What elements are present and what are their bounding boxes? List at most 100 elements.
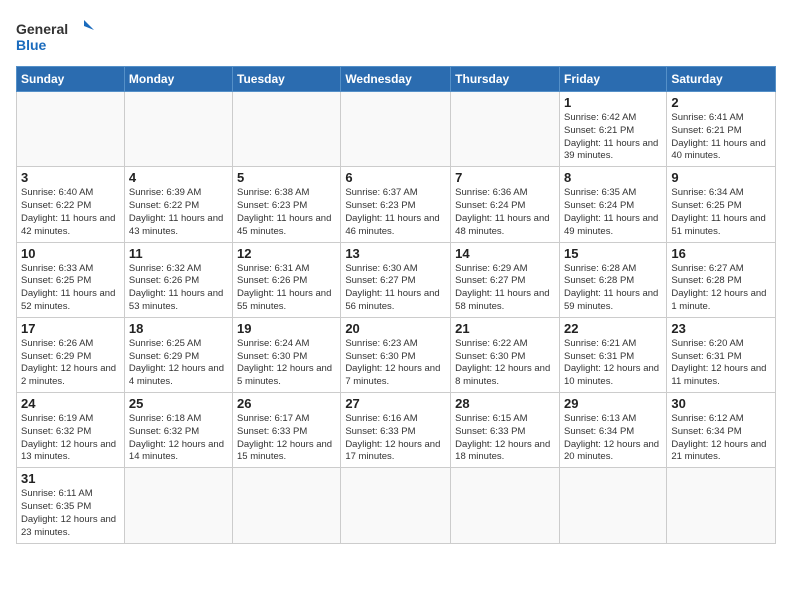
calendar-week-row: 24 Sunrise: 6:19 AM Sunset: 6:32 PM Dayli… <box>17 393 776 468</box>
day-number: 26 <box>237 396 336 411</box>
day-info: Sunrise: 6:25 AM Sunset: 6:29 PM Dayligh… <box>129 338 228 389</box>
day-number: 21 <box>455 321 555 336</box>
day-info: Sunrise: 6:19 AM Sunset: 6:32 PM Dayligh… <box>21 413 120 464</box>
calendar-cell: 7Sunrise: 6:36 AM Sunset: 6:24 PM Daylig… <box>451 167 560 242</box>
day-number: 18 <box>129 321 228 336</box>
calendar-cell <box>341 468 451 543</box>
calendar-week-row: 31 Sunrise: 6:11 AM Sunset: 6:35 PM Dayli… <box>17 468 776 543</box>
calendar-cell: 4 Sunrise: 6:39 AM Sunset: 6:22 PM Daylig… <box>124 167 232 242</box>
day-info: Sunrise: 6:23 AM Sunset: 6:30 PM Dayligh… <box>345 338 446 389</box>
calendar-cell: 10Sunrise: 6:33 AM Sunset: 6:25 PM Dayli… <box>17 242 125 317</box>
calendar-cell: 27Sunrise: 6:16 AM Sunset: 6:33 PM Dayli… <box>341 393 451 468</box>
day-number: 30 <box>671 396 771 411</box>
calendar-cell <box>17 92 125 167</box>
calendar-cell <box>233 468 341 543</box>
day-info: Sunrise: 6:27 AM Sunset: 6:28 PM Dayligh… <box>671 263 771 314</box>
day-info: Sunrise: 6:18 AM Sunset: 6:32 PM Dayligh… <box>129 413 228 464</box>
col-header-thursday: Thursday <box>451 67 560 92</box>
day-info: Sunrise: 6:33 AM Sunset: 6:25 PM Dayligh… <box>21 263 120 314</box>
calendar-header-row: SundayMondayTuesdayWednesdayThursdayFrid… <box>17 67 776 92</box>
calendar-cell: 1Sunrise: 6:42 AM Sunset: 6:21 PM Daylig… <box>559 92 666 167</box>
day-info: Sunrise: 6:28 AM Sunset: 6:28 PM Dayligh… <box>564 263 662 314</box>
col-header-sunday: Sunday <box>17 67 125 92</box>
day-info: Sunrise: 6:20 AM Sunset: 6:31 PM Dayligh… <box>671 338 771 389</box>
day-info: Sunrise: 6:11 AM Sunset: 6:35 PM Dayligh… <box>21 488 120 539</box>
day-number: 31 <box>21 471 120 486</box>
calendar-week-row: 3 Sunrise: 6:40 AM Sunset: 6:22 PM Daylig… <box>17 167 776 242</box>
day-number: 24 <box>21 396 120 411</box>
day-number: 19 <box>237 321 336 336</box>
calendar-cell: 3 Sunrise: 6:40 AM Sunset: 6:22 PM Daylig… <box>17 167 125 242</box>
day-number: 25 <box>129 396 228 411</box>
calendar-cell: 8Sunrise: 6:35 AM Sunset: 6:24 PM Daylig… <box>559 167 666 242</box>
col-header-saturday: Saturday <box>667 67 776 92</box>
col-header-friday: Friday <box>559 67 666 92</box>
day-number: 27 <box>345 396 446 411</box>
day-number: 9 <box>671 170 771 185</box>
calendar-cell: 20Sunrise: 6:23 AM Sunset: 6:30 PM Dayli… <box>341 317 451 392</box>
logo: General Blue <box>16 16 96 58</box>
calendar-cell <box>233 92 341 167</box>
calendar-cell <box>124 468 232 543</box>
day-info: Sunrise: 6:34 AM Sunset: 6:25 PM Dayligh… <box>671 187 771 238</box>
col-header-wednesday: Wednesday <box>341 67 451 92</box>
day-info: Sunrise: 6:40 AM Sunset: 6:22 PM Dayligh… <box>21 187 120 238</box>
calendar-cell: 18 Sunrise: 6:25 AM Sunset: 6:29 PM Dayli… <box>124 317 232 392</box>
calendar-cell: 28 Sunrise: 6:15 AM Sunset: 6:33 PM Dayli… <box>451 393 560 468</box>
day-number: 8 <box>564 170 662 185</box>
day-info: Sunrise: 6:37 AM Sunset: 6:23 PM Dayligh… <box>345 187 446 238</box>
day-info: Sunrise: 6:30 AM Sunset: 6:27 PM Dayligh… <box>345 263 446 314</box>
generalblue-logo-svg: General Blue <box>16 16 96 58</box>
calendar-cell: 29 Sunrise: 6:13 AM Sunset: 6:34 PM Dayli… <box>559 393 666 468</box>
calendar-cell: 25 Sunrise: 6:18 AM Sunset: 6:32 PM Dayli… <box>124 393 232 468</box>
calendar-cell: 12Sunrise: 6:31 AM Sunset: 6:26 PM Dayli… <box>233 242 341 317</box>
calendar-cell <box>559 468 666 543</box>
calendar-cell: 19Sunrise: 6:24 AM Sunset: 6:30 PM Dayli… <box>233 317 341 392</box>
day-number: 3 <box>21 170 120 185</box>
day-number: 4 <box>129 170 228 185</box>
calendar-cell <box>124 92 232 167</box>
calendar-cell <box>451 468 560 543</box>
day-info: Sunrise: 6:22 AM Sunset: 6:30 PM Dayligh… <box>455 338 555 389</box>
calendar-cell: 24 Sunrise: 6:19 AM Sunset: 6:32 PM Dayli… <box>17 393 125 468</box>
header: General Blue <box>16 16 776 58</box>
day-info: Sunrise: 6:41 AM Sunset: 6:21 PM Dayligh… <box>671 112 771 163</box>
day-info: Sunrise: 6:13 AM Sunset: 6:34 PM Dayligh… <box>564 413 662 464</box>
day-number: 16 <box>671 246 771 261</box>
day-number: 28 <box>455 396 555 411</box>
calendar-cell: 5 Sunrise: 6:38 AM Sunset: 6:23 PM Daylig… <box>233 167 341 242</box>
calendar-cell: 17Sunrise: 6:26 AM Sunset: 6:29 PM Dayli… <box>17 317 125 392</box>
day-number: 11 <box>129 246 228 261</box>
day-number: 29 <box>564 396 662 411</box>
svg-text:Blue: Blue <box>16 37 47 53</box>
calendar-table: SundayMondayTuesdayWednesdayThursdayFrid… <box>16 66 776 544</box>
day-info: Sunrise: 6:15 AM Sunset: 6:33 PM Dayligh… <box>455 413 555 464</box>
calendar-cell: 2Sunrise: 6:41 AM Sunset: 6:21 PM Daylig… <box>667 92 776 167</box>
calendar-cell: 23Sunrise: 6:20 AM Sunset: 6:31 PM Dayli… <box>667 317 776 392</box>
day-number: 15 <box>564 246 662 261</box>
day-number: 17 <box>21 321 120 336</box>
calendar-cell: 21 Sunrise: 6:22 AM Sunset: 6:30 PM Dayli… <box>451 317 560 392</box>
calendar-cell: 13 Sunrise: 6:30 AM Sunset: 6:27 PM Dayli… <box>341 242 451 317</box>
calendar-cell: 26Sunrise: 6:17 AM Sunset: 6:33 PM Dayli… <box>233 393 341 468</box>
calendar-cell: 6 Sunrise: 6:37 AM Sunset: 6:23 PM Daylig… <box>341 167 451 242</box>
day-info: Sunrise: 6:39 AM Sunset: 6:22 PM Dayligh… <box>129 187 228 238</box>
day-number: 6 <box>345 170 446 185</box>
calendar-cell: 31 Sunrise: 6:11 AM Sunset: 6:35 PM Dayli… <box>17 468 125 543</box>
calendar-cell <box>341 92 451 167</box>
day-number: 7 <box>455 170 555 185</box>
day-info: Sunrise: 6:38 AM Sunset: 6:23 PM Dayligh… <box>237 187 336 238</box>
calendar-cell: 9 Sunrise: 6:34 AM Sunset: 6:25 PM Daylig… <box>667 167 776 242</box>
calendar-week-row: 10Sunrise: 6:33 AM Sunset: 6:25 PM Dayli… <box>17 242 776 317</box>
calendar-week-row: 17Sunrise: 6:26 AM Sunset: 6:29 PM Dayli… <box>17 317 776 392</box>
day-info: Sunrise: 6:32 AM Sunset: 6:26 PM Dayligh… <box>129 263 228 314</box>
day-number: 5 <box>237 170 336 185</box>
day-info: Sunrise: 6:31 AM Sunset: 6:26 PM Dayligh… <box>237 263 336 314</box>
day-number: 22 <box>564 321 662 336</box>
calendar-cell: 22 Sunrise: 6:21 AM Sunset: 6:31 PM Dayli… <box>559 317 666 392</box>
svg-text:General: General <box>16 21 68 37</box>
calendar-cell: 30Sunrise: 6:12 AM Sunset: 6:34 PM Dayli… <box>667 393 776 468</box>
day-number: 13 <box>345 246 446 261</box>
col-header-tuesday: Tuesday <box>233 67 341 92</box>
day-info: Sunrise: 6:21 AM Sunset: 6:31 PM Dayligh… <box>564 338 662 389</box>
